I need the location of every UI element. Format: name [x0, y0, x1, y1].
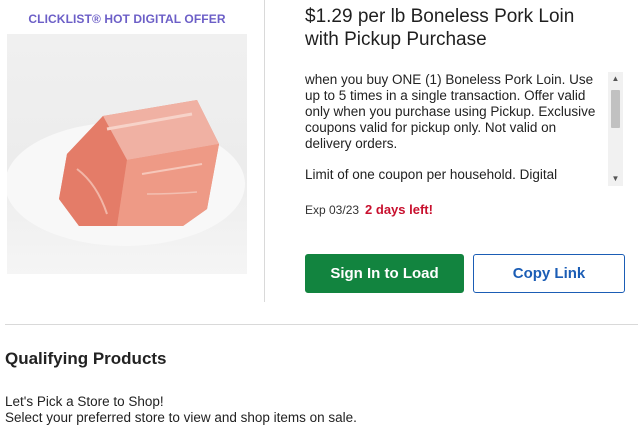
- copy-link-button[interactable]: Copy Link: [473, 254, 625, 293]
- description-paragraph: when you buy ONE (1) Boneless Pork Loin.…: [305, 72, 596, 151]
- description-scrollbar[interactable]: ▲ ▼: [608, 72, 623, 186]
- sign-in-to-load-button[interactable]: Sign In to Load: [305, 254, 464, 293]
- store-prompt: Let's Pick a Store to Shop!: [5, 394, 164, 409]
- description-paragraph: Limit of one coupon per household. Digit…: [305, 167, 558, 182]
- offer-description-box[interactable]: when you buy ONE (1) Boneless Pork Loin.…: [305, 72, 623, 186]
- column-divider: [264, 0, 265, 302]
- qualifying-products-heading: Qualifying Products: [5, 349, 167, 368]
- section-divider: [5, 324, 638, 325]
- scroll-up-arrow-icon[interactable]: ▲: [608, 72, 623, 86]
- scroll-thumb[interactable]: [611, 90, 620, 128]
- offer-expiry: Exp 03/23 2 days left!: [305, 202, 433, 217]
- days-left-badge: 2 days left!: [365, 202, 433, 217]
- offer-description: when you buy ONE (1) Boneless Pork Loin.…: [305, 72, 601, 186]
- scroll-down-arrow-icon[interactable]: ▼: [608, 172, 623, 186]
- offer-tag: CLICKLIST® HOT DIGITAL OFFER: [28, 12, 226, 26]
- product-image: [7, 34, 247, 274]
- offer-title: $1.29 per lb Boneless Pork Loin with Pic…: [305, 6, 575, 50]
- expiry-date: Exp 03/23: [305, 203, 360, 217]
- store-subtext: Select your preferred store to view and …: [5, 410, 357, 425]
- offer-image-panel: CLICKLIST® HOT DIGITAL OFFER: [0, 0, 264, 302]
